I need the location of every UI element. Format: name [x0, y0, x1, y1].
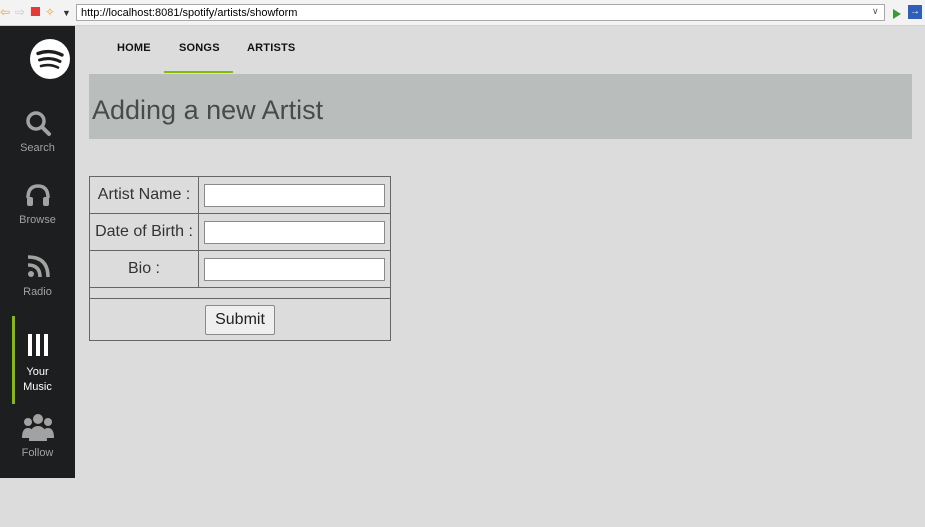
dob-input[interactable] — [204, 220, 385, 244]
form-row-artist-name: Artist Name : — [89, 176, 391, 214]
form-row-submit: Submit — [89, 298, 391, 341]
go-icon[interactable] — [893, 9, 901, 19]
tab-artists[interactable]: ARTISTS — [247, 42, 295, 54]
sidebar-item-label: Browse — [19, 214, 56, 226]
spotify-logo-icon[interactable] — [29, 38, 71, 80]
dob-label: Date of Birth : — [89, 213, 199, 251]
sidebar-item-browse[interactable]: Browse — [0, 181, 75, 228]
address-dropdown-icon[interactable]: ∨ — [872, 6, 879, 17]
open-external-icon[interactable]: → — [908, 5, 922, 19]
sidebar-item-label: Follow — [21, 447, 54, 459]
form-spacer-row — [89, 287, 391, 299]
address-bar[interactable] — [76, 4, 885, 21]
back-arrow-icon[interactable]: ⇦ — [0, 5, 10, 19]
sidebar-item-your-music[interactable]: Your Music — [0, 331, 75, 395]
radio-icon — [27, 255, 50, 278]
submit-button[interactable]: Submit — [205, 304, 275, 335]
sidebar-item-label-line1: Your — [26, 366, 49, 378]
bio-label: Bio : — [89, 250, 199, 288]
tab-songs[interactable]: SONGS — [179, 42, 220, 54]
sidebar-item-follow[interactable]: Follow — [0, 412, 75, 461]
forward-arrow-icon[interactable]: ⇨ — [15, 5, 25, 19]
sidebar-item-label-line2: Music — [23, 381, 52, 393]
tab-home[interactable]: HOME — [117, 42, 151, 54]
headphones-icon — [25, 184, 50, 206]
people-icon — [21, 414, 54, 441]
sidebar-item-label: Radio — [23, 286, 52, 298]
page-title: Adding a new Artist — [92, 95, 324, 125]
form-row-bio: Bio : — [89, 250, 391, 288]
sidebar-item-search[interactable]: Search — [0, 109, 75, 156]
artist-name-label: Artist Name : — [89, 176, 199, 214]
library-icon — [27, 334, 48, 356]
sidebar-item-label: Search — [20, 142, 55, 154]
search-icon — [25, 111, 51, 136]
bio-input[interactable] — [204, 257, 385, 281]
artist-form: Artist Name : Date of Birth : Bio : Subm… — [89, 176, 391, 341]
page-header: Adding a new Artist — [89, 74, 912, 139]
active-tab-underline — [164, 71, 233, 73]
stop-icon[interactable] — [31, 7, 40, 16]
top-navigation: HOME SONGS ARTISTS — [75, 26, 925, 74]
artist-name-input[interactable] — [204, 183, 385, 207]
sidebar-item-radio[interactable]: Radio — [0, 253, 75, 300]
refresh-icon[interactable]: ✧ — [45, 5, 55, 19]
history-dropdown-icon[interactable]: ▼ — [62, 6, 71, 20]
sidebar: Search Browse Radio Your Music Follow — [0, 26, 75, 478]
browser-toolbar: ⇦ ⇨ ✧ ▼ ∨ → — [0, 0, 925, 26]
form-row-dob: Date of Birth : — [89, 213, 391, 251]
